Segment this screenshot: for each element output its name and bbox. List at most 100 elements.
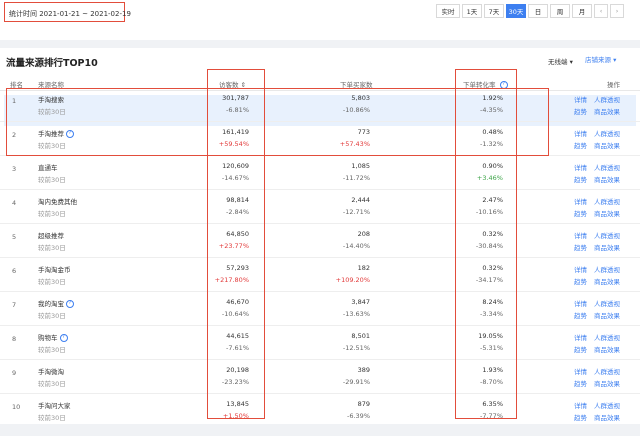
source-name-text: 淘内免费其他 bbox=[38, 198, 77, 206]
buyers-change: -12.51% bbox=[342, 344, 370, 352]
details-link[interactable]: 详情 bbox=[574, 196, 587, 206]
shop-source-dropdown[interactable]: 店铺来源 ▾ bbox=[585, 54, 616, 64]
range-realtime-button[interactable]: 实时 bbox=[436, 4, 460, 18]
bottom-strip bbox=[0, 424, 640, 436]
row-rank: 5 bbox=[12, 233, 17, 241]
top-bar: 统计时间 2021-01-21 ~ 2021-02-19 实时 1天 7天 30… bbox=[0, 0, 640, 40]
table-row: 9 手淘微淘 较前30日 20,198 -23.23% 389 -29.91% 1.93% -8… bbox=[0, 361, 640, 394]
crowd-insight-link[interactable]: 人群透视 bbox=[594, 162, 620, 172]
details-link[interactable]: 详情 bbox=[574, 332, 587, 342]
buyers-value: 8,501 bbox=[351, 332, 370, 340]
buyers-value: 182 bbox=[357, 264, 370, 272]
product-effect-link[interactable]: 商品效果 bbox=[594, 242, 620, 252]
trend-link[interactable]: 趋势 bbox=[574, 276, 587, 286]
product-effect-link[interactable]: 商品效果 bbox=[594, 412, 620, 422]
product-effect-link[interactable]: 商品效果 bbox=[594, 106, 620, 116]
source-name-text: 手淘问大家 bbox=[38, 402, 71, 410]
compare-label: 较前30日 bbox=[38, 380, 66, 388]
details-link[interactable]: 详情 bbox=[574, 162, 587, 172]
compare-label: 较前30日 bbox=[38, 414, 66, 422]
buyers-change: -14.40% bbox=[342, 242, 370, 250]
trend-link[interactable]: 趋势 bbox=[574, 378, 587, 388]
crowd-insight-link[interactable]: 人群透视 bbox=[594, 230, 620, 240]
buyers-value: 879 bbox=[357, 400, 370, 408]
crowd-insight-link[interactable]: 人群透视 bbox=[594, 366, 620, 376]
trend-link[interactable]: 趋势 bbox=[574, 412, 587, 422]
details-link[interactable]: 详情 bbox=[574, 128, 587, 138]
source-name-text: 我的淘宝 bbox=[38, 300, 64, 308]
buyers-change: -6.39% bbox=[347, 412, 370, 420]
crowd-insight-link[interactable]: 人群透视 bbox=[594, 128, 620, 138]
trend-link[interactable]: 趋势 bbox=[574, 242, 587, 252]
terminal-select-label: 无线端 bbox=[548, 58, 568, 66]
table-row: 5 超级推荐 较前30日 64,850 +23.77% 208 -14.40% 0.32% -3… bbox=[0, 225, 640, 258]
buyers-value: 2,444 bbox=[351, 196, 370, 204]
source-name: 手淘淘金币 bbox=[38, 264, 71, 274]
source-name: 直通车 bbox=[38, 162, 58, 172]
trend-link[interactable]: 趋势 bbox=[574, 344, 587, 354]
crowd-insight-link[interactable]: 人群透视 bbox=[594, 298, 620, 308]
trend-link[interactable]: 趋势 bbox=[574, 140, 587, 150]
source-name: 我的淘宝? bbox=[38, 298, 74, 308]
product-effect-link[interactable]: 商品效果 bbox=[594, 378, 620, 388]
details-link[interactable]: 详情 bbox=[574, 366, 587, 376]
range-1day-button[interactable]: 1天 bbox=[462, 4, 482, 18]
range-30day-button[interactable]: 30天 bbox=[506, 4, 526, 18]
shop-source-label: 店铺来源 bbox=[585, 56, 611, 64]
buyers-value: 3,847 bbox=[351, 298, 370, 306]
trend-link[interactable]: 趋势 bbox=[574, 174, 587, 184]
chevron-down-icon: ▾ bbox=[613, 56, 617, 64]
trend-link[interactable]: 趋势 bbox=[574, 310, 587, 320]
chevron-down-icon: ▾ bbox=[569, 58, 573, 66]
compare-label: 较前30日 bbox=[38, 312, 66, 320]
details-link[interactable]: 详情 bbox=[574, 264, 587, 274]
details-link[interactable]: 详情 bbox=[574, 230, 587, 240]
details-link[interactable]: 详情 bbox=[574, 400, 587, 410]
product-effect-link[interactable]: 商品效果 bbox=[594, 140, 620, 150]
table-row: 8 购物车? 较前30日 44,615 -7.61% 8,501 -12.51% 19.05%… bbox=[0, 327, 640, 360]
crowd-insight-link[interactable]: 人群透视 bbox=[594, 94, 620, 104]
date-range-label: 统计时间 2021-01-21 ~ 2021-02-19 bbox=[9, 10, 131, 18]
crowd-insight-link[interactable]: 人群透视 bbox=[594, 264, 620, 274]
source-name-text: 购物车 bbox=[38, 334, 58, 342]
source-name: 购物车? bbox=[38, 332, 68, 342]
source-name-text: 手淘微淘 bbox=[38, 368, 64, 376]
crowd-insight-link[interactable]: 人群透视 bbox=[594, 400, 620, 410]
compare-label: 较前30日 bbox=[38, 346, 66, 354]
buyers-change: +109.20% bbox=[335, 276, 370, 284]
trend-link[interactable]: 趋势 bbox=[574, 208, 587, 218]
product-effect-link[interactable]: 商品效果 bbox=[594, 174, 620, 184]
prev-arrow-icon[interactable]: ‹ bbox=[594, 4, 608, 18]
crowd-insight-link[interactable]: 人群透视 bbox=[594, 196, 620, 206]
row-rank: 7 bbox=[12, 301, 17, 309]
compare-label: 较前30日 bbox=[38, 278, 66, 286]
source-name: 超级推荐 bbox=[38, 230, 64, 240]
range-7day-button[interactable]: 7天 bbox=[484, 4, 504, 18]
buyers-change: -12.71% bbox=[342, 208, 370, 216]
range-week-button[interactable]: 周 bbox=[550, 4, 570, 18]
details-link[interactable]: 详情 bbox=[574, 298, 587, 308]
range-day-button[interactable]: 日 bbox=[528, 4, 548, 18]
buyers-change: -29.91% bbox=[342, 378, 370, 386]
annotation-top-rows-box bbox=[6, 88, 549, 156]
details-link[interactable]: 详情 bbox=[574, 94, 587, 104]
crowd-insight-link[interactable]: 人群透视 bbox=[594, 332, 620, 342]
product-effect-link[interactable]: 商品效果 bbox=[594, 276, 620, 286]
next-arrow-icon[interactable]: › bbox=[610, 4, 624, 18]
trend-link[interactable]: 趋势 bbox=[574, 106, 587, 116]
range-month-button[interactable]: 月 bbox=[572, 4, 592, 18]
table-row: 4 淘内免费其他 较前30日 98,814 -2.84% 2,444 -12.71% 2.47… bbox=[0, 191, 640, 224]
row-rank: 9 bbox=[12, 369, 17, 377]
source-name-text: 直通车 bbox=[38, 164, 58, 172]
product-effect-link[interactable]: 商品效果 bbox=[594, 310, 620, 320]
col-action: 操作 bbox=[607, 81, 620, 89]
help-icon[interactable]: ? bbox=[66, 300, 74, 308]
product-effect-link[interactable]: 商品效果 bbox=[594, 208, 620, 218]
product-effect-link[interactable]: 商品效果 bbox=[594, 344, 620, 354]
date-range-box[interactable]: 统计时间 2021-01-21 ~ 2021-02-19 bbox=[4, 2, 131, 22]
row-rank: 3 bbox=[12, 165, 17, 173]
terminal-select[interactable]: 无线端 ▾ bbox=[548, 56, 573, 66]
buyers-value: 208 bbox=[357, 230, 370, 238]
help-icon[interactable]: ? bbox=[59, 334, 68, 342]
range-button-group: 实时 1天 7天 30天 日 周 月 ‹ › bbox=[434, 4, 624, 18]
